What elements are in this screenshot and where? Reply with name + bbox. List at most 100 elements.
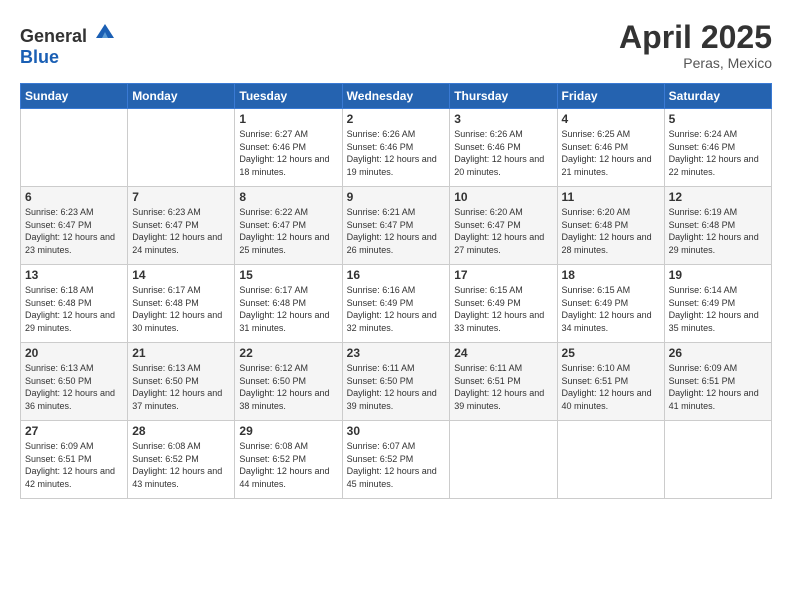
day-info: Sunrise: 6:08 AMSunset: 6:52 PMDaylight:… bbox=[132, 440, 230, 490]
table-row: 8 Sunrise: 6:22 AMSunset: 6:47 PMDaylight… bbox=[235, 187, 342, 265]
col-tuesday: Tuesday bbox=[235, 84, 342, 109]
day-info: Sunrise: 6:27 AMSunset: 6:46 PMDaylight:… bbox=[239, 128, 337, 178]
day-info: Sunrise: 6:11 AMSunset: 6:51 PMDaylight:… bbox=[454, 362, 552, 412]
location-subtitle: Peras, Mexico bbox=[619, 55, 772, 71]
day-number: 11 bbox=[562, 190, 660, 204]
title-area: April 2025 Peras, Mexico bbox=[619, 20, 772, 71]
table-row: 28 Sunrise: 6:08 AMSunset: 6:52 PMDayligh… bbox=[128, 421, 235, 499]
day-number: 27 bbox=[25, 424, 123, 438]
col-friday: Friday bbox=[557, 84, 664, 109]
calendar: Sunday Monday Tuesday Wednesday Thursday… bbox=[20, 83, 772, 499]
day-info: Sunrise: 6:17 AMSunset: 6:48 PMDaylight:… bbox=[132, 284, 230, 334]
day-info: Sunrise: 6:23 AMSunset: 6:47 PMDaylight:… bbox=[132, 206, 230, 256]
table-row: 18 Sunrise: 6:15 AMSunset: 6:49 PMDayligh… bbox=[557, 265, 664, 343]
day-number: 7 bbox=[132, 190, 230, 204]
table-row bbox=[128, 109, 235, 187]
day-number: 22 bbox=[239, 346, 337, 360]
day-info: Sunrise: 6:13 AMSunset: 6:50 PMDaylight:… bbox=[132, 362, 230, 412]
table-row: 17 Sunrise: 6:15 AMSunset: 6:49 PMDayligh… bbox=[450, 265, 557, 343]
day-info: Sunrise: 6:09 AMSunset: 6:51 PMDaylight:… bbox=[25, 440, 123, 490]
day-number: 30 bbox=[347, 424, 446, 438]
day-info: Sunrise: 6:16 AMSunset: 6:49 PMDaylight:… bbox=[347, 284, 446, 334]
col-saturday: Saturday bbox=[664, 84, 771, 109]
day-number: 26 bbox=[669, 346, 767, 360]
day-number: 29 bbox=[239, 424, 337, 438]
page: General Blue April 2025 Peras, Mexico Su… bbox=[0, 0, 792, 612]
header: General Blue April 2025 Peras, Mexico bbox=[20, 20, 772, 71]
table-row bbox=[664, 421, 771, 499]
calendar-header-row: Sunday Monday Tuesday Wednesday Thursday… bbox=[21, 84, 772, 109]
day-number: 4 bbox=[562, 112, 660, 126]
table-row bbox=[450, 421, 557, 499]
table-row: 15 Sunrise: 6:17 AMSunset: 6:48 PMDayligh… bbox=[235, 265, 342, 343]
logo-text: General Blue bbox=[20, 20, 116, 68]
day-number: 19 bbox=[669, 268, 767, 282]
month-title: April 2025 bbox=[619, 20, 772, 55]
table-row: 25 Sunrise: 6:10 AMSunset: 6:51 PMDayligh… bbox=[557, 343, 664, 421]
day-info: Sunrise: 6:25 AMSunset: 6:46 PMDaylight:… bbox=[562, 128, 660, 178]
day-info: Sunrise: 6:11 AMSunset: 6:50 PMDaylight:… bbox=[347, 362, 446, 412]
day-number: 17 bbox=[454, 268, 552, 282]
day-number: 14 bbox=[132, 268, 230, 282]
col-wednesday: Wednesday bbox=[342, 84, 450, 109]
day-number: 15 bbox=[239, 268, 337, 282]
table-row: 3Sunrise: 6:26 AMSunset: 6:46 PMDaylight… bbox=[450, 109, 557, 187]
table-row: 7 Sunrise: 6:23 AMSunset: 6:47 PMDaylight… bbox=[128, 187, 235, 265]
day-number: 8 bbox=[239, 190, 337, 204]
table-row: 10 Sunrise: 6:20 AMSunset: 6:47 PMDayligh… bbox=[450, 187, 557, 265]
day-info: Sunrise: 6:24 AMSunset: 6:46 PMDaylight:… bbox=[669, 128, 767, 178]
week-row-3: 13 Sunrise: 6:18 AMSunset: 6:48 PMDayligh… bbox=[21, 265, 772, 343]
day-number: 25 bbox=[562, 346, 660, 360]
logo-blue: Blue bbox=[20, 47, 59, 67]
table-row bbox=[21, 109, 128, 187]
day-info: Sunrise: 6:07 AMSunset: 6:52 PMDaylight:… bbox=[347, 440, 446, 490]
table-row: 12 Sunrise: 6:19 AMSunset: 6:48 PMDayligh… bbox=[664, 187, 771, 265]
table-row: 19 Sunrise: 6:14 AMSunset: 6:49 PMDayligh… bbox=[664, 265, 771, 343]
table-row: 30 Sunrise: 6:07 AMSunset: 6:52 PMDayligh… bbox=[342, 421, 450, 499]
day-number: 10 bbox=[454, 190, 552, 204]
day-info: Sunrise: 6:26 AMSunset: 6:46 PMDaylight:… bbox=[347, 128, 446, 178]
day-number: 12 bbox=[669, 190, 767, 204]
logo: General Blue bbox=[20, 20, 116, 68]
logo-general: General bbox=[20, 26, 87, 46]
table-row: 9Sunrise: 6:21 AMSunset: 6:47 PMDaylight… bbox=[342, 187, 450, 265]
day-info: Sunrise: 6:17 AMSunset: 6:48 PMDaylight:… bbox=[239, 284, 337, 334]
day-number: 18 bbox=[562, 268, 660, 282]
col-sunday: Sunday bbox=[21, 84, 128, 109]
table-row: 1Sunrise: 6:27 AMSunset: 6:46 PMDaylight… bbox=[235, 109, 342, 187]
day-number: 9 bbox=[347, 190, 446, 204]
day-number: 28 bbox=[132, 424, 230, 438]
day-info: Sunrise: 6:20 AMSunset: 6:47 PMDaylight:… bbox=[454, 206, 552, 256]
table-row: 6Sunrise: 6:23 AMSunset: 6:47 PMDaylight… bbox=[21, 187, 128, 265]
week-row-1: 1Sunrise: 6:27 AMSunset: 6:46 PMDaylight… bbox=[21, 109, 772, 187]
day-info: Sunrise: 6:19 AMSunset: 6:48 PMDaylight:… bbox=[669, 206, 767, 256]
day-info: Sunrise: 6:14 AMSunset: 6:49 PMDaylight:… bbox=[669, 284, 767, 334]
day-info: Sunrise: 6:26 AMSunset: 6:46 PMDaylight:… bbox=[454, 128, 552, 178]
table-row: 29 Sunrise: 6:08 AMSunset: 6:52 PMDayligh… bbox=[235, 421, 342, 499]
table-row: 14 Sunrise: 6:17 AMSunset: 6:48 PMDayligh… bbox=[128, 265, 235, 343]
day-info: Sunrise: 6:18 AMSunset: 6:48 PMDaylight:… bbox=[25, 284, 123, 334]
week-row-4: 20 Sunrise: 6:13 AMSunset: 6:50 PMDayligh… bbox=[21, 343, 772, 421]
logo-icon bbox=[94, 20, 116, 42]
table-row: 26 Sunrise: 6:09 AMSunset: 6:51 PMDayligh… bbox=[664, 343, 771, 421]
day-number: 16 bbox=[347, 268, 446, 282]
day-info: Sunrise: 6:22 AMSunset: 6:47 PMDaylight:… bbox=[239, 206, 337, 256]
day-number: 20 bbox=[25, 346, 123, 360]
table-row: 11Sunrise: 6:20 AMSunset: 6:48 PMDayligh… bbox=[557, 187, 664, 265]
day-info: Sunrise: 6:09 AMSunset: 6:51 PMDaylight:… bbox=[669, 362, 767, 412]
day-number: 13 bbox=[25, 268, 123, 282]
table-row: 5 Sunrise: 6:24 AMSunset: 6:46 PMDaylight… bbox=[664, 109, 771, 187]
day-info: Sunrise: 6:13 AMSunset: 6:50 PMDaylight:… bbox=[25, 362, 123, 412]
table-row: 23Sunrise: 6:11 AMSunset: 6:50 PMDayligh… bbox=[342, 343, 450, 421]
day-info: Sunrise: 6:15 AMSunset: 6:49 PMDaylight:… bbox=[562, 284, 660, 334]
table-row: 4 Sunrise: 6:25 AMSunset: 6:46 PMDaylight… bbox=[557, 109, 664, 187]
table-row: 21Sunrise: 6:13 AMSunset: 6:50 PMDayligh… bbox=[128, 343, 235, 421]
day-number: 2 bbox=[347, 112, 446, 126]
day-number: 6 bbox=[25, 190, 123, 204]
day-info: Sunrise: 6:10 AMSunset: 6:51 PMDaylight:… bbox=[562, 362, 660, 412]
day-info: Sunrise: 6:15 AMSunset: 6:49 PMDaylight:… bbox=[454, 284, 552, 334]
col-thursday: Thursday bbox=[450, 84, 557, 109]
day-info: Sunrise: 6:08 AMSunset: 6:52 PMDaylight:… bbox=[239, 440, 337, 490]
table-row: 20 Sunrise: 6:13 AMSunset: 6:50 PMDayligh… bbox=[21, 343, 128, 421]
day-number: 5 bbox=[669, 112, 767, 126]
